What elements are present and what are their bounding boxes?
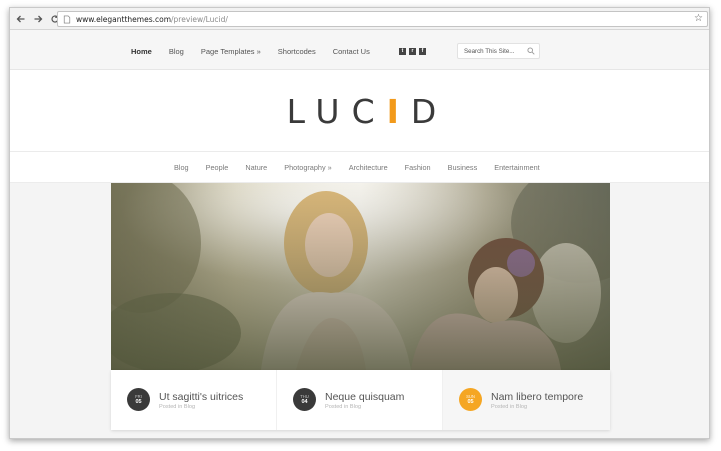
category-item-business[interactable]: Business xyxy=(448,163,478,172)
category-item-fashion[interactable]: Fashion xyxy=(405,163,431,172)
back-icon[interactable] xyxy=(14,12,28,26)
search-placeholder: Search This Site... xyxy=(464,48,515,55)
forward-icon[interactable] xyxy=(31,12,45,26)
featured-post-meta: Posted in Blog xyxy=(325,404,362,410)
rss-icon[interactable]: r xyxy=(409,48,416,55)
category-item-entertainment[interactable]: Entertainment xyxy=(494,163,539,172)
category-menu: Blog People Nature Photography » Archite… xyxy=(174,163,557,172)
twitter-icon[interactable]: t xyxy=(399,48,406,55)
date-badge: THU 04 xyxy=(293,388,316,411)
site-logo[interactable]: LUCID xyxy=(10,92,709,131)
featured-post-title[interactable]: Neque quisquam xyxy=(325,391,404,403)
topnav-item-shortcodes[interactable]: Shortcodes xyxy=(278,47,316,56)
category-item-blog[interactable]: Blog xyxy=(174,163,189,172)
featured-post-title[interactable]: Ut sagitti's uitrices xyxy=(159,391,243,403)
date-badge: SUN 05 xyxy=(459,388,482,411)
top-menu: Home Blog Page Templates » Shortcodes Co… xyxy=(131,47,387,56)
featured-post-2[interactable]: THU 04 Neque quisquam Posted in Blog xyxy=(277,370,443,430)
category-navigation: Blog People Nature Photography » Archite… xyxy=(10,152,709,183)
address-bar[interactable]: www.elegantthemes.com/preview/Lucid/ ☆ xyxy=(57,11,708,27)
browser-window: www.elegantthemes.com/preview/Lucid/ ☆ H… xyxy=(9,7,710,439)
category-item-nature[interactable]: Nature xyxy=(245,163,267,172)
topnav-item-home[interactable]: Home xyxy=(131,47,152,56)
category-item-people[interactable]: People xyxy=(206,163,229,172)
social-icons: t r f xyxy=(399,48,429,55)
featured-posts: FRI 05 Ut sagitti's uitrices Posted in B… xyxy=(111,370,610,430)
featured-slider-image[interactable] xyxy=(111,183,610,370)
topnav-item-blog[interactable]: Blog xyxy=(169,47,184,56)
page-icon xyxy=(61,13,73,25)
featured-post-title[interactable]: Nam libero tempore xyxy=(491,391,583,403)
category-item-architecture[interactable]: Architecture xyxy=(349,163,388,172)
browser-toolbar: www.elegantthemes.com/preview/Lucid/ ☆ xyxy=(10,8,709,30)
search-input[interactable]: Search This Site... xyxy=(457,43,540,59)
featured-post-meta: Posted in Blog xyxy=(159,404,196,410)
bookmark-star-icon[interactable]: ☆ xyxy=(694,13,703,25)
featured-post-meta: Posted in Blog xyxy=(491,404,528,410)
featured-post-3[interactable]: SUN 05 Nam libero tempore Posted in Blog xyxy=(443,370,610,430)
featured-post-1[interactable]: FRI 05 Ut sagitti's uitrices Posted in B… xyxy=(111,370,277,430)
topnav-item-page-templates[interactable]: Page Templates » xyxy=(201,47,261,56)
top-navigation: Home Blog Page Templates » Shortcodes Co… xyxy=(10,30,709,70)
search-icon[interactable] xyxy=(527,47,535,55)
date-badge: FRI 05 xyxy=(127,388,150,411)
header-logo-area: LUCID xyxy=(10,70,709,152)
facebook-icon[interactable]: f xyxy=(419,48,426,55)
topnav-item-contact-us[interactable]: Contact Us xyxy=(333,47,370,56)
url-text: www.elegantthemes.com/preview/Lucid/ xyxy=(76,14,228,24)
category-item-photography[interactable]: Photography » xyxy=(284,163,331,172)
